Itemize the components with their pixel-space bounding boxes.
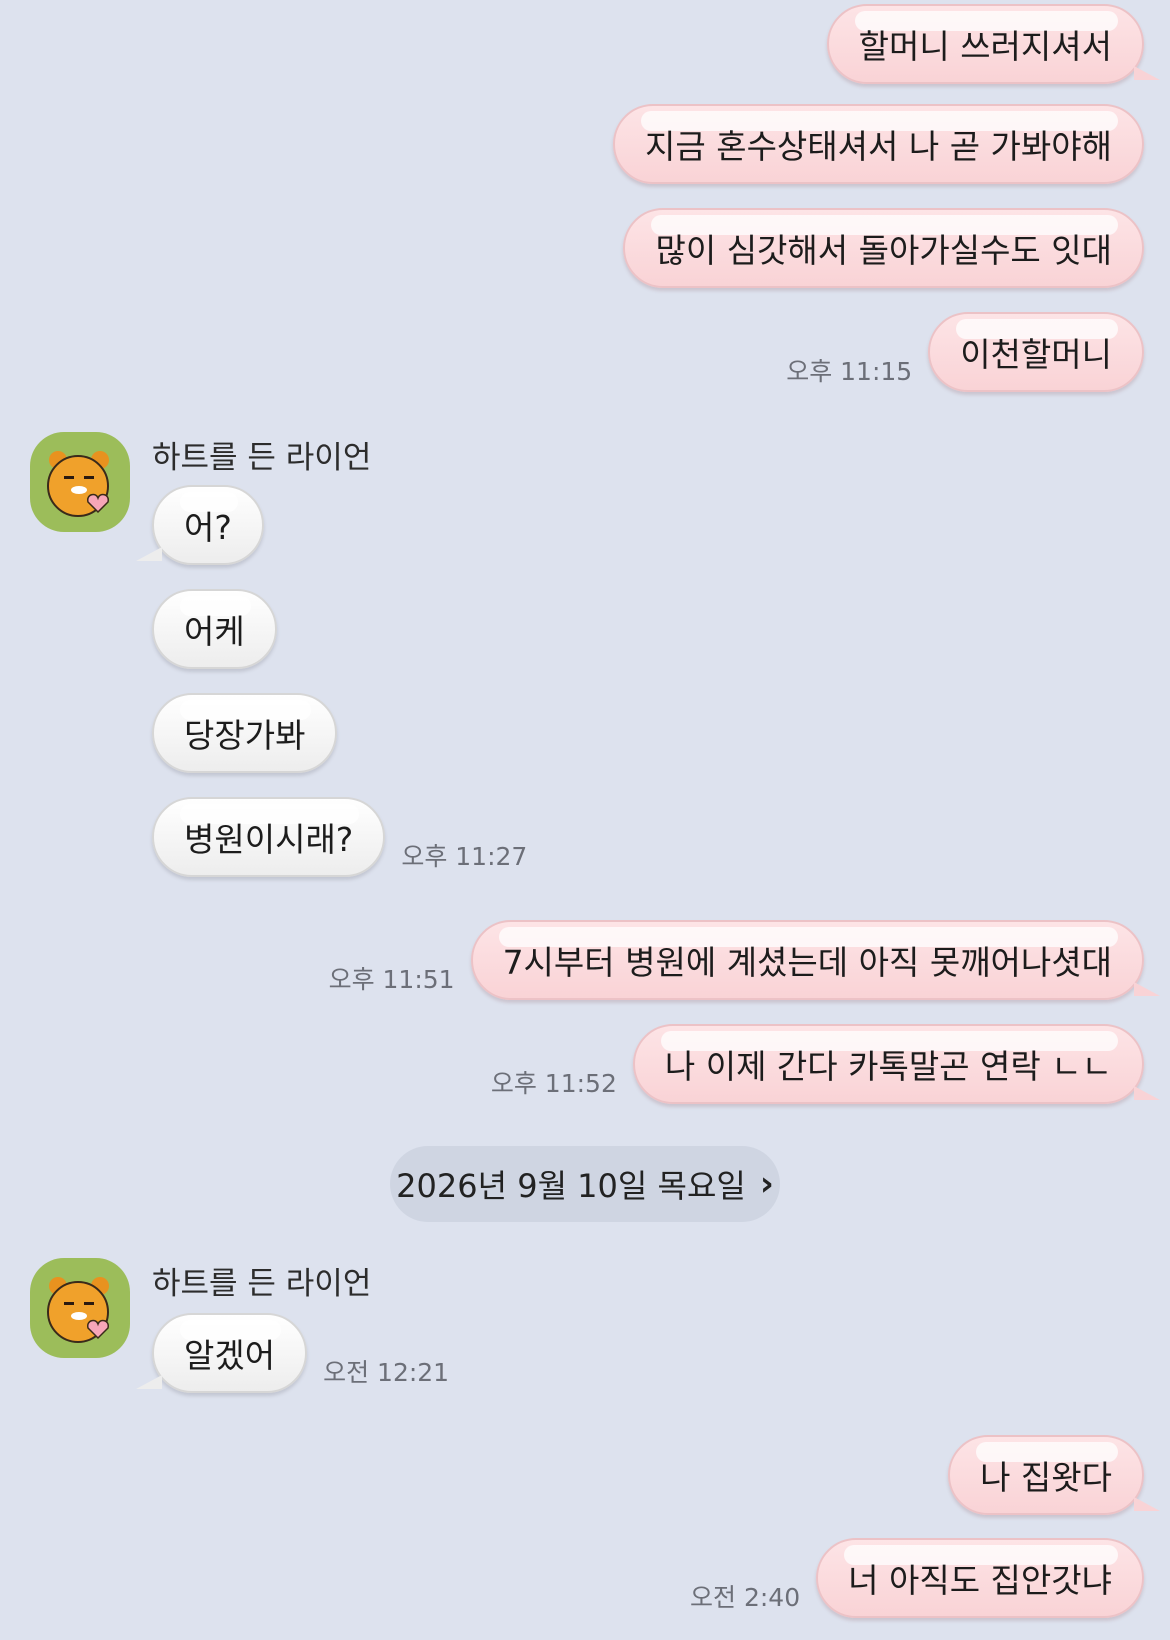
message-text: 7시부터 병원에 계셨는데 아직 못깨어나셧대 [502,943,1112,982]
message-time: 오후 11:27 [401,842,528,871]
contact-name: 하트를 든 라이언 [152,440,372,476]
message-bubble-outgoing[interactable]: 지금 혼수상태셔서 나 곧 가봐야해 [613,104,1144,184]
message-bubble-outgoing[interactable]: 나 집왓다 [948,1435,1160,1515]
message-text: 당장가봐 [184,716,306,755]
message-text: 알겠어 [184,1336,276,1375]
chevron-right-icon: › [759,1164,774,1204]
message-bubble-incoming[interactable]: 어케 [152,589,277,669]
message-text: 어케 [184,612,245,651]
message-row: 오후 11:51 7시부터 병원에 계셨는데 아직 못깨어나셧대 [313,920,1160,1000]
message-bubble-incoming[interactable]: 당장가봐 [152,693,338,773]
message-row: 병원이시래? 오후 11:27 [152,797,543,877]
date-divider[interactable]: 2026년 9월 10일 목요일 › [390,1146,780,1222]
message-row: 오후 11:52 나 이제 간다 카톡말곤 연락 ㄴㄴ [475,1024,1160,1104]
date-label: 2026년 9월 10일 목요일 [396,1167,746,1205]
ryan-lion-icon [47,451,109,517]
message-time: 오후 11:51 [328,965,455,994]
message-row: 어케 [152,589,277,669]
ryan-lion-icon [47,1277,109,1343]
message-text: 나 집왓다 [980,1458,1112,1497]
contact-name: 하트를 든 라이언 [152,1266,372,1302]
message-text: 할머니 쓰러지셔서 [858,27,1112,66]
message-text: 많이 심갓해서 돌아가실수도 잇대 [655,231,1112,270]
message-text: 너 아직도 집안갓냐 [848,1561,1112,1600]
message-bubble-incoming[interactable]: 어? [136,485,264,565]
message-bubble-outgoing[interactable]: 너 아직도 집안갓냐 [816,1538,1144,1618]
message-bubble-incoming[interactable]: 알겠어 [136,1313,308,1393]
message-text: 어? [184,508,232,547]
message-text: 지금 혼수상태셔서 나 곧 가봐야해 [645,127,1112,166]
message-row: 많이 심갓해서 돌아가실수도 잇대 [623,208,1144,288]
message-time: 오전 2:40 [690,1583,801,1612]
contact-avatar[interactable] [30,432,130,532]
message-bubble-outgoing[interactable]: 7시부터 병원에 계셨는데 아직 못깨어나셧대 [470,920,1160,1000]
contact-avatar[interactable] [30,1258,130,1358]
message-row: 어? [136,485,264,565]
message-row: 나 집왓다 [948,1435,1160,1515]
message-row: 당장가봐 [152,693,338,773]
message-time: 오후 11:15 [786,357,913,386]
message-row: 알겠어 오전 12:21 [136,1313,465,1393]
message-bubble-incoming[interactable]: 병원이시래? [152,797,386,877]
message-row: 오후 11:15 이천할머니 [770,312,1144,392]
message-row: 오전 2:40 너 아직도 집안갓냐 [674,1538,1144,1618]
message-row: 할머니 쓰러지셔서 [826,4,1160,84]
message-bubble-outgoing[interactable]: 할머니 쓰러지셔서 [826,4,1160,84]
message-row: 지금 혼수상태셔서 나 곧 가봐야해 [613,104,1144,184]
message-bubble-outgoing[interactable]: 이천할머니 [928,312,1144,392]
message-text: 나 이제 간다 카톡말곤 연락 ㄴㄴ [664,1047,1112,1086]
message-bubble-outgoing[interactable]: 많이 심갓해서 돌아가실수도 잇대 [623,208,1144,288]
message-text: 이천할머니 [960,335,1112,374]
message-text: 병원이시래? [184,820,354,859]
message-time: 오전 12:21 [323,1358,450,1387]
message-bubble-outgoing[interactable]: 나 이제 간다 카톡말곤 연락 ㄴㄴ [632,1024,1160,1104]
message-time: 오후 11:52 [490,1069,617,1098]
